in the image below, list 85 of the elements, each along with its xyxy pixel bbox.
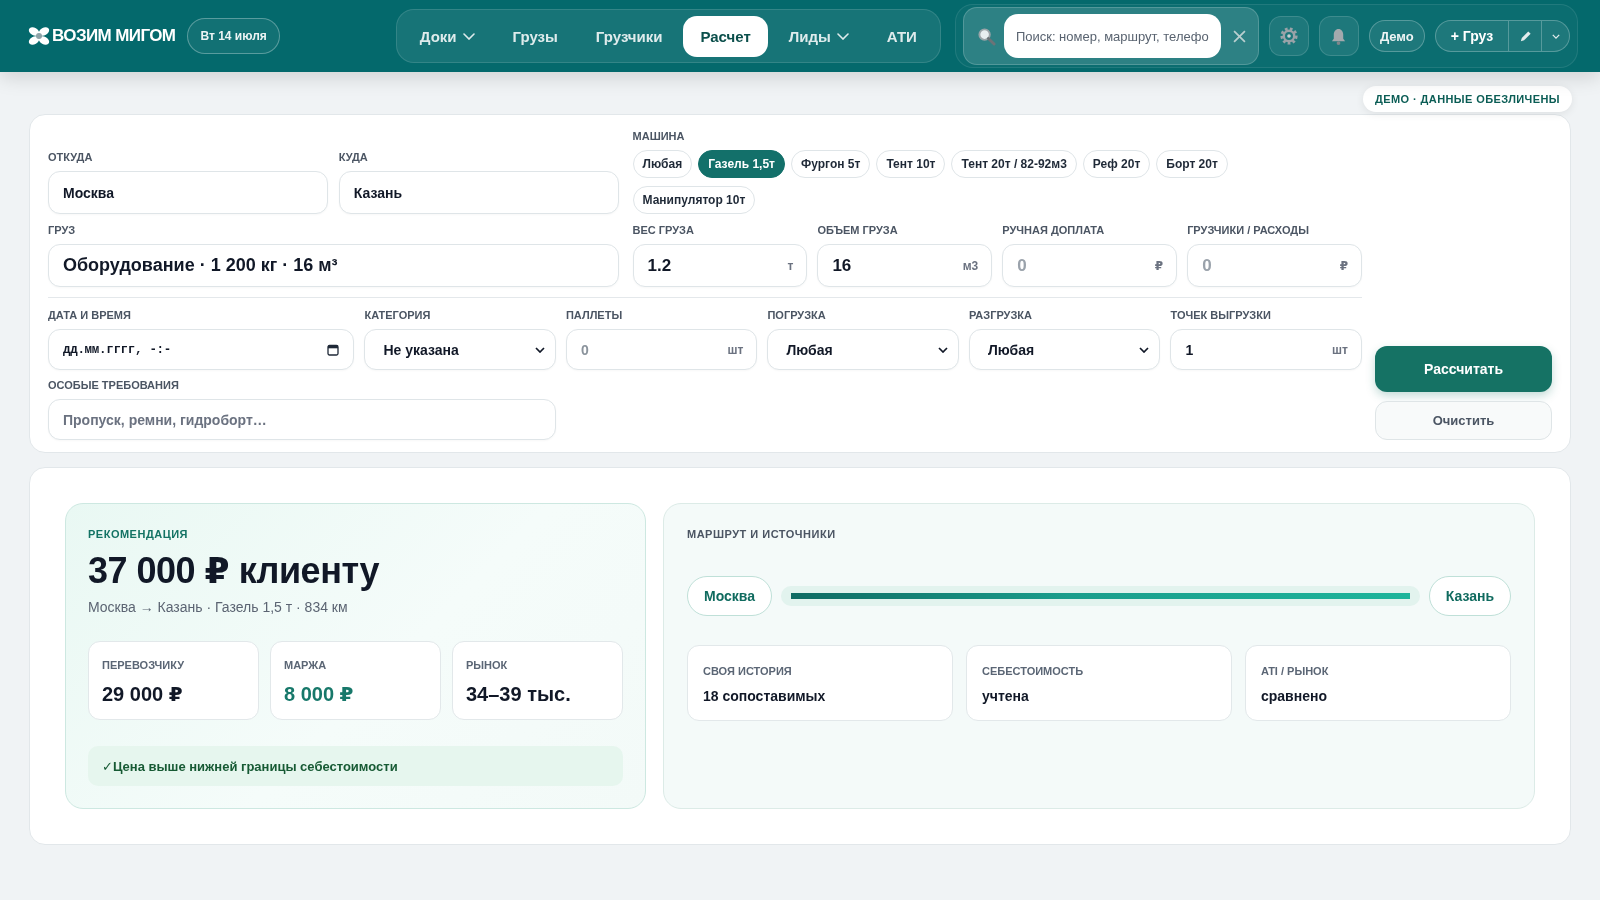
caret-icon bbox=[534, 346, 545, 353]
vehicle-chip[interactable]: Фургон 5т bbox=[791, 150, 871, 178]
from-field[interactable]: Москва bbox=[48, 171, 328, 214]
field-label: ОБЪЕМ ГРУЗА bbox=[817, 224, 898, 237]
demo-badge: ДЕМО · ДАННЫЕ ОБЕЗЛИЧЕНЫ bbox=[1363, 86, 1572, 112]
unit-label: м3 bbox=[962, 258, 979, 273]
caret-icon bbox=[1139, 346, 1150, 353]
field-label: МАШИНА bbox=[632, 130, 685, 143]
add-cargo-button[interactable]: + Груз bbox=[1434, 20, 1510, 52]
vehicle-chip[interactable]: Тент 10т bbox=[876, 150, 946, 178]
notifications-button[interactable] bbox=[1318, 16, 1359, 56]
field-label: КАТЕГОРИЯ bbox=[364, 309, 431, 322]
edit-button[interactable] bbox=[1509, 20, 1543, 52]
field-label: ТОЧЕК ВЫГРУЗКИ bbox=[1170, 309, 1271, 322]
logo-icon bbox=[28, 26, 50, 46]
field-label: ОСОБЫЕ ТРЕБОВАНИЯ bbox=[48, 379, 179, 392]
field-label: ПАЛЛЕТЫ bbox=[565, 309, 623, 322]
caret-icon bbox=[937, 346, 948, 353]
date-label: Вт 14 июля bbox=[187, 18, 280, 54]
vehicle-chip[interactable]: Манипулятор 10т bbox=[632, 186, 756, 214]
stat-value: 29 000 ₽ bbox=[102, 682, 183, 706]
source-label: СЕБЕСТОИМОСТЬ bbox=[982, 665, 1084, 678]
source-value: 18 сопоставимых bbox=[703, 688, 826, 704]
stat-label: РЫНОК bbox=[466, 659, 508, 672]
city-label: Москва bbox=[687, 576, 773, 616]
city-label: Казань bbox=[1428, 576, 1511, 616]
vehicle-chip[interactable]: Любая bbox=[632, 150, 693, 178]
date-field[interactable]: дд.мм.гггг, -:- bbox=[48, 329, 355, 370]
field-label: РАЗГРУЗКА bbox=[968, 309, 1032, 322]
stat-value: 34–39 тыс. bbox=[466, 682, 571, 706]
vehicle-chip[interactable]: Тент 20т / 82-92м3 bbox=[951, 150, 1077, 178]
field-label: ПОГРУЗКА bbox=[767, 309, 826, 322]
select-field[interactable]: Любая bbox=[767, 329, 959, 370]
field-label: ВЕС ГРУЗА bbox=[632, 224, 694, 237]
search-field[interactable]: Поиск: номер, маршрут, телефо bbox=[1003, 14, 1221, 58]
source-label: СВОЯ ИСТОРИЯ bbox=[703, 665, 792, 678]
unit-label: ₽ bbox=[1154, 258, 1164, 273]
calculate-button[interactable]: Рассчитать bbox=[1375, 346, 1552, 392]
field-label: КУДА bbox=[338, 151, 368, 164]
caret-icon bbox=[1551, 33, 1560, 39]
route-summary: Москва → Казань · Газель 1,5 т · 834 км bbox=[88, 599, 348, 615]
select-field[interactable]: Не указана bbox=[364, 329, 556, 370]
pencil-icon bbox=[1518, 29, 1532, 43]
more-button[interactable] bbox=[1542, 20, 1571, 52]
search-icon bbox=[976, 26, 996, 46]
vehicle-chip[interactable]: Борт 20т bbox=[1156, 150, 1228, 178]
nav-tab[interactable]: Доки bbox=[402, 15, 492, 57]
vehicle-chip[interactable]: Газель 1,5т bbox=[698, 150, 785, 178]
source-value: учтена bbox=[982, 688, 1029, 704]
unit-label: т bbox=[787, 258, 794, 273]
price-heading: 37 000 ₽ клиенту bbox=[88, 551, 379, 591]
bell-icon bbox=[1330, 26, 1348, 46]
nav-tab[interactable]: АТИ bbox=[869, 15, 934, 57]
nav-tab[interactable]: Расчет bbox=[683, 15, 768, 57]
source-value: сравнено bbox=[1261, 688, 1327, 704]
unit-label: шт bbox=[727, 342, 744, 357]
field-label: ОТКУДА bbox=[48, 151, 93, 164]
vehicle-chip[interactable]: Реф 20т bbox=[1082, 150, 1151, 178]
field-label: ГРУЗ bbox=[48, 224, 76, 237]
requirements-field[interactable]: Пропуск, ремни, гидроборт… bbox=[48, 399, 556, 440]
status-note: ✓Цена выше нижней границы себестоимости bbox=[88, 746, 623, 786]
unit-label: шт bbox=[1332, 342, 1348, 357]
stat-label: МАРЖА bbox=[284, 659, 327, 672]
section-label: РЕКОМЕНДАЦИЯ bbox=[88, 528, 188, 541]
demo-button[interactable]: Демо bbox=[1368, 20, 1425, 52]
gear-icon bbox=[1278, 26, 1299, 46]
unit-label: ₽ bbox=[1339, 258, 1348, 273]
field-label: РУЧНАЯ ДОПЛАТА bbox=[1002, 224, 1105, 237]
to-field[interactable]: Казань bbox=[338, 171, 619, 214]
select-field[interactable]: Любая bbox=[968, 329, 1161, 370]
logo-text: ВОЗИМ МИГОМ bbox=[52, 26, 176, 46]
cargo-field[interactable]: Оборудование · 1 200 кг · 16 м³ bbox=[48, 244, 619, 287]
source-label: ATI / РЫНОК bbox=[1261, 665, 1329, 678]
close-icon[interactable] bbox=[1232, 29, 1246, 43]
clear-button[interactable]: Очистить bbox=[1375, 401, 1552, 440]
field-label: ДАТА И ВРЕМЯ bbox=[48, 309, 131, 322]
nav-tab[interactable]: Грузчики bbox=[578, 15, 680, 57]
calendar-icon bbox=[327, 343, 340, 356]
nav-tab[interactable]: Грузы bbox=[495, 15, 575, 57]
field-label: ГРУЗЧИКИ / РАСХОДЫ bbox=[1187, 224, 1309, 237]
nav-tab[interactable]: Лиды bbox=[771, 15, 866, 57]
settings-button[interactable] bbox=[1268, 16, 1309, 56]
stat-label: ПЕРЕВОЗЧИКУ bbox=[102, 659, 185, 672]
stat-value: 8 000 ₽ bbox=[284, 682, 354, 706]
section-label: МАРШРУТ И ИСТОЧНИКИ bbox=[687, 528, 836, 541]
